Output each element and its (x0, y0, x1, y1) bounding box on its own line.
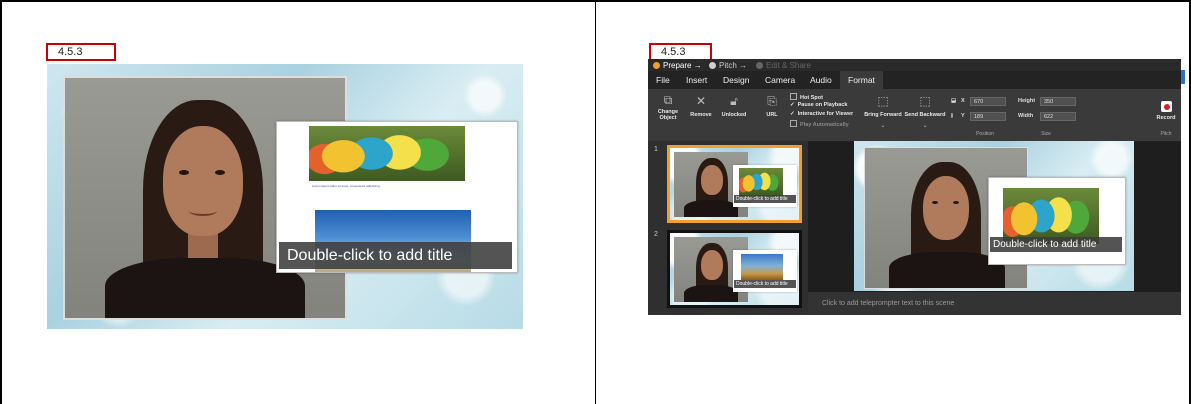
window-edge-accent (1181, 70, 1185, 84)
bring-forward-dropdown-icon[interactable]: ⌄ (878, 120, 888, 132)
x-position-input[interactable]: 670 (970, 97, 1006, 106)
change-object-button[interactable]: Change Object (654, 109, 682, 121)
birds-image (309, 126, 465, 181)
image-caption: Lorem ipsum dolor sit amet, consectetur … (312, 184, 380, 188)
y-position-input[interactable]: 189 (970, 112, 1006, 121)
interactive-for-viewer-checkbox[interactable]: ✓ Interactive for Viewer (790, 111, 853, 118)
url-icon: ⎘ (767, 94, 777, 108)
url-button[interactable]: URL (761, 112, 783, 118)
hot-spot-checkbox[interactable]: Hot Spot (790, 93, 823, 102)
x-position-icon: ⬓ (951, 98, 957, 104)
scene-canvas: Double-click to add title (808, 141, 1181, 315)
menu-file[interactable]: File (656, 71, 670, 89)
canvas-scene[interactable]: Double-click to add title (854, 141, 1134, 291)
teleprompter-input[interactable]: Click to add teleprompter text to this s… (808, 292, 1181, 315)
width-input[interactable]: 622 (1040, 112, 1076, 121)
height-input[interactable]: 350 (1040, 97, 1076, 106)
unlock-icon: 🔓︎ (730, 94, 738, 108)
pitch-group-label: Pitch (1160, 131, 1172, 137)
width-label: Width (1018, 113, 1034, 119)
menu-audio[interactable]: Audio (810, 71, 832, 89)
slide-title[interactable]: Double-click to add title (279, 242, 512, 269)
workflow-bar: Prepare → Pitch → Edit & Share (648, 59, 1181, 71)
y-position-icon: ⫾ (951, 113, 953, 119)
canvas-title[interactable]: Double-click to add title (990, 237, 1122, 252)
workflow-step-edit-share[interactable]: Edit & Share (756, 60, 811, 71)
check-icon: ✓ (790, 111, 795, 117)
bring-forward-button[interactable]: Bring Forward (862, 112, 904, 118)
send-backward-icon: ⬚ (919, 94, 931, 108)
size-group-label: Size (1041, 131, 1051, 137)
check-icon: ✓ (790, 102, 795, 108)
send-backward-dropdown-icon[interactable]: ⌄ (920, 120, 930, 132)
record-icon[interactable] (1161, 101, 1172, 112)
remove-icon: ✕ (695, 94, 707, 108)
pause-on-playback-checkbox[interactable]: ✓ Pause on Playback (790, 102, 847, 109)
workflow-step-pitch[interactable]: Pitch → (709, 60, 747, 71)
presentation-app-window: Prepare → Pitch → Edit & Share File Inse… (648, 59, 1181, 315)
menu-camera[interactable]: Camera (765, 71, 795, 89)
scene-number: 2 (654, 231, 658, 238)
menu-format[interactable]: Format (840, 71, 883, 89)
menu-insert[interactable]: Insert (686, 71, 707, 89)
scene-thumbnail-2[interactable]: Double-click to add title (667, 230, 802, 308)
y-label: Y (961, 113, 965, 119)
play-automatically-checkbox[interactable]: Play Automatically (790, 120, 849, 129)
send-backward-button[interactable]: Send Backward (904, 112, 946, 118)
workflow-step-prepare[interactable]: Prepare → (653, 60, 702, 71)
slide-scene: Lorem ipsum dolor sit amet, consectetur … (47, 64, 523, 329)
record-button[interactable]: Record (1153, 115, 1179, 121)
prepare-dot-icon (653, 62, 660, 69)
scene-thumbnail-1[interactable]: Double-click to add title (667, 145, 802, 223)
change-object-icon: ⧉ (663, 93, 673, 107)
scene-thumbnail-title: Double-click to add title (734, 195, 796, 203)
format-ribbon: ⧉ Change Object ✕ Remove 🔓︎ Unlocked ⎘ U… (648, 89, 1181, 141)
height-label: Height (1018, 98, 1036, 104)
x-label: X (961, 98, 965, 104)
bring-forward-icon: ⬚ (877, 94, 889, 108)
left-panel: 4.5.3 Lorem ipsum dolor sit amet, consec… (0, 0, 596, 404)
position-group-label: Position (976, 131, 994, 137)
step-label: 4.5.3 (46, 43, 116, 61)
remove-button[interactable]: Remove (688, 112, 714, 118)
scene-list: 1 Double-click to add title 2 Double-cli (648, 141, 808, 315)
pitch-dot-icon (709, 62, 716, 69)
scene-thumbnail-title: Double-click to add title (734, 280, 796, 288)
scene-number: 1 (654, 146, 658, 153)
menu-bar: File Insert Design Camera Audio Format (648, 71, 1181, 89)
edit-share-dot-icon (756, 62, 763, 69)
menu-design[interactable]: Design (723, 71, 749, 89)
birds-image (1003, 188, 1099, 244)
unlocked-button[interactable]: Unlocked (720, 112, 748, 118)
